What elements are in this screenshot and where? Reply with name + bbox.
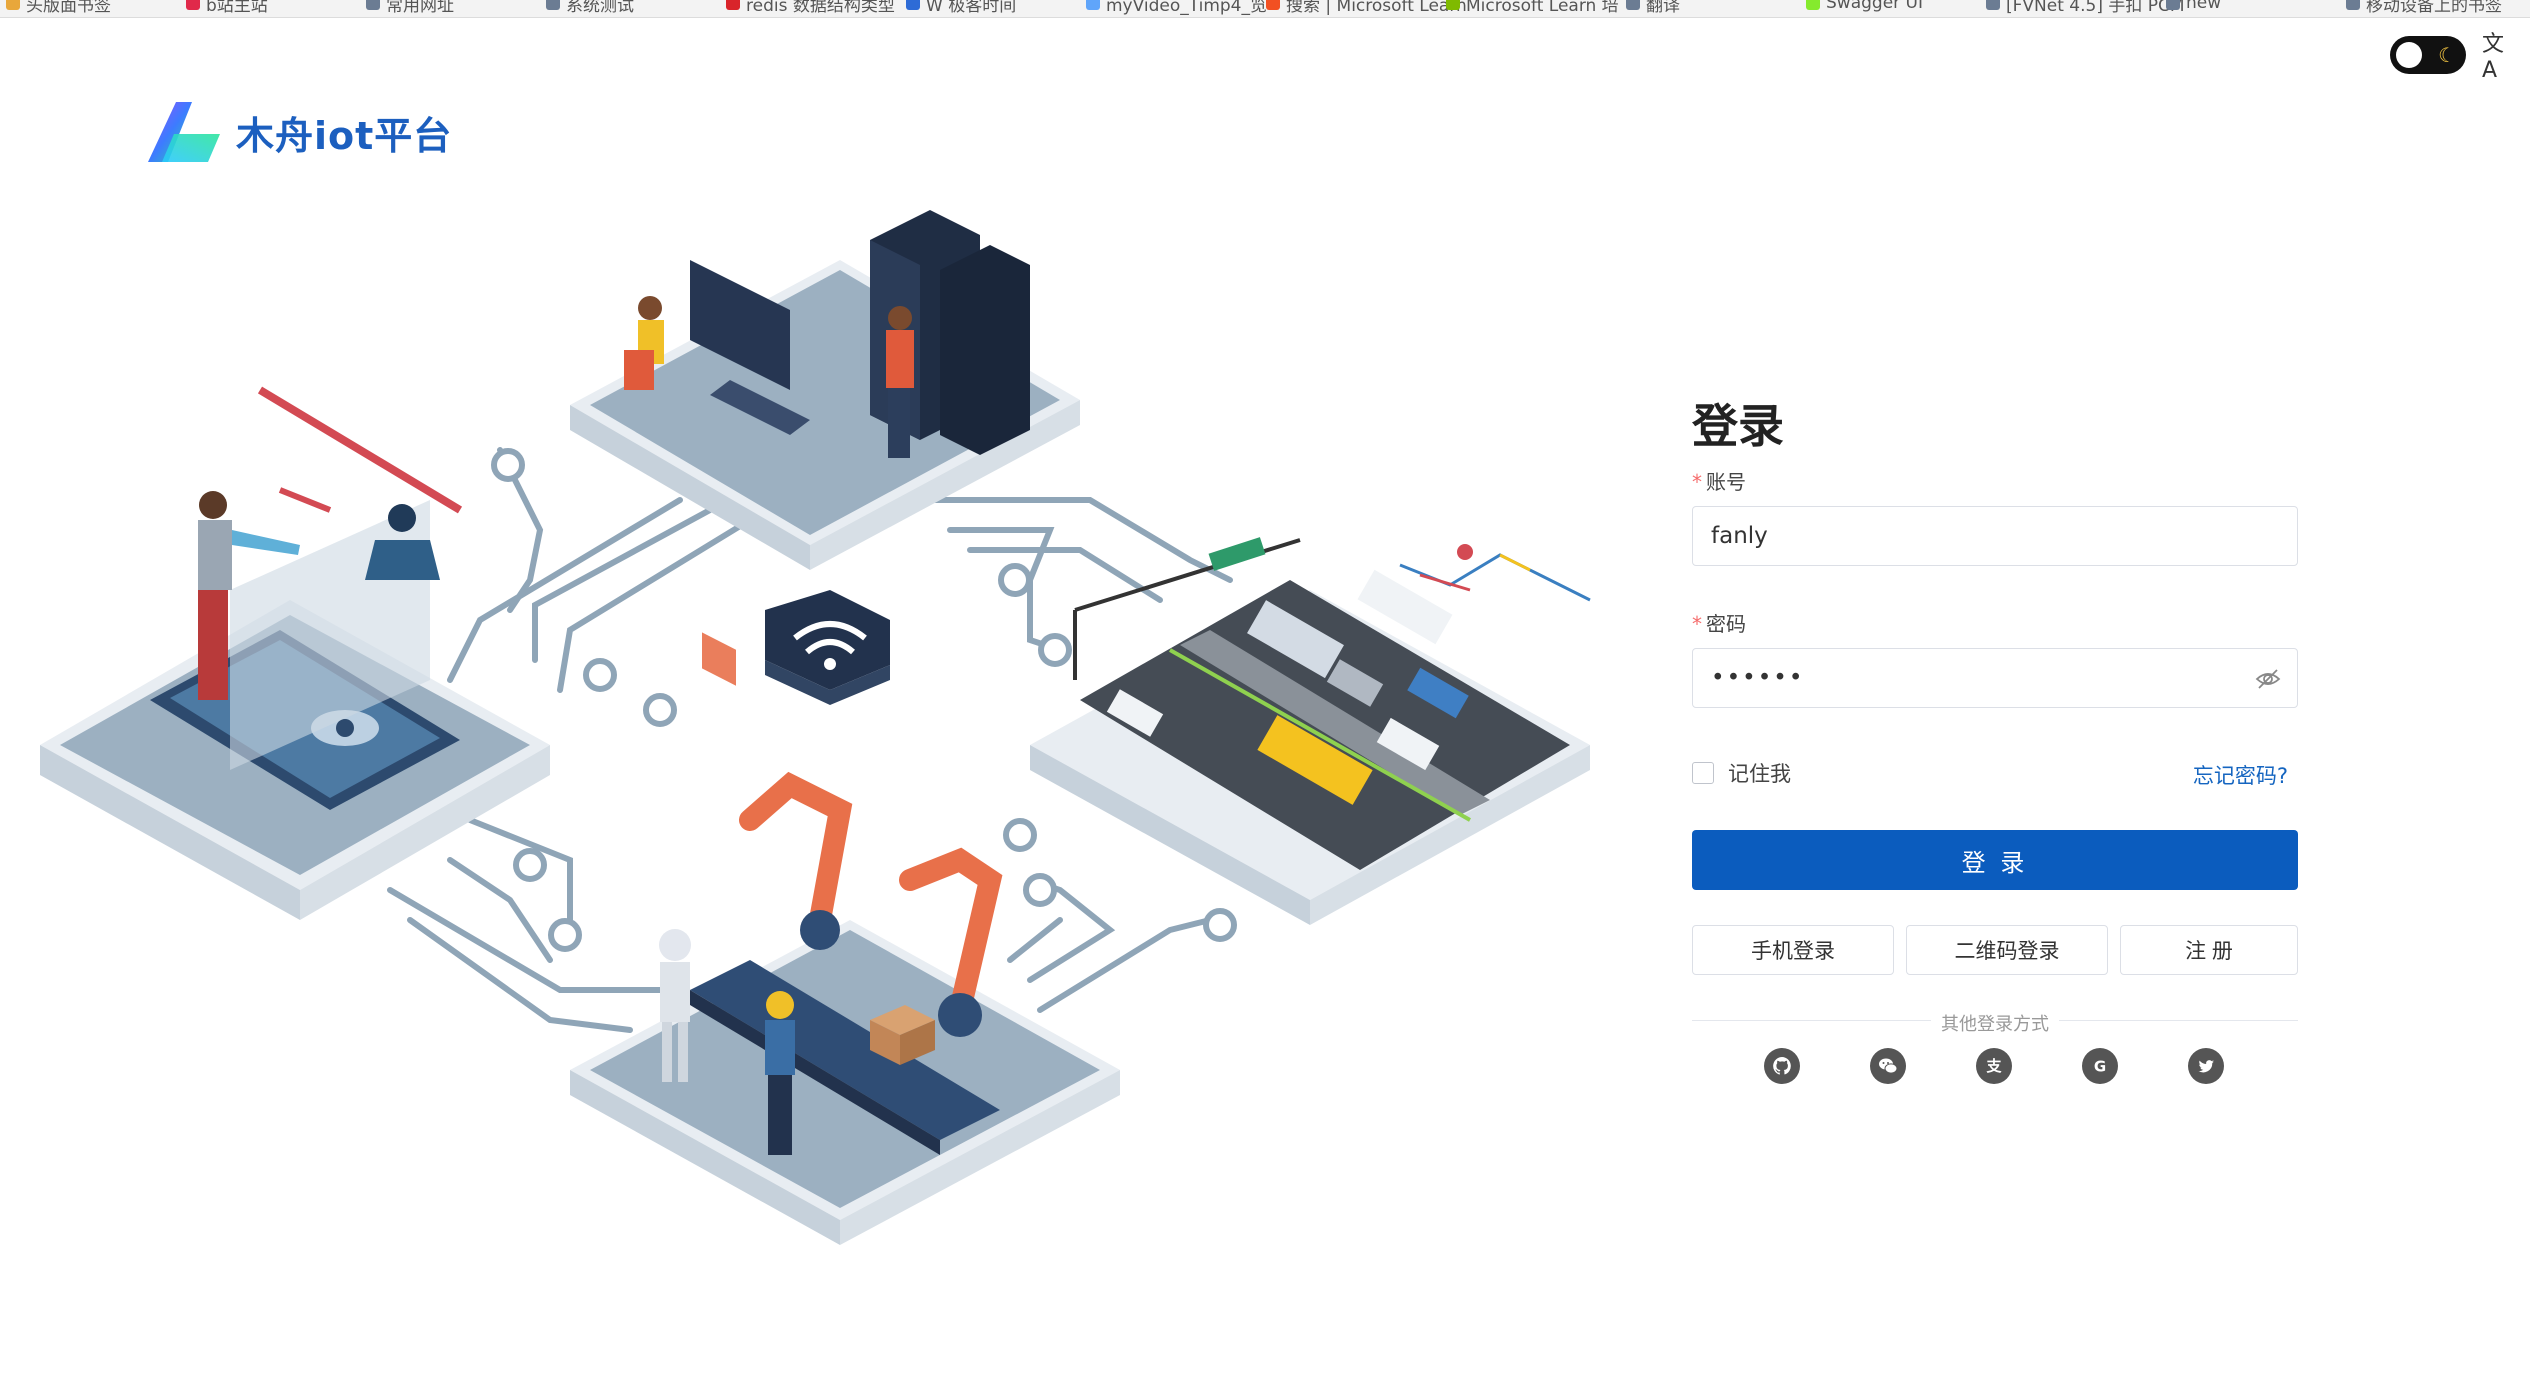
account-label: * 账号 [1692,470,1746,494]
bookmark-icon [1806,0,1820,10]
bookmark-icon [1086,0,1100,10]
iot-illustration [40,210,1591,1245]
app-logo: 木舟iot平台 [146,100,452,164]
password-field[interactable]: •••••• [1692,648,2298,708]
bookmark-item[interactable]: redis 数据结构类型 [726,0,895,16]
moon-icon: ☾ [2438,43,2456,67]
account-input[interactable] [1711,523,2279,549]
bookmark-icon [2346,0,2360,10]
password-label: * 密码 [1692,612,1746,636]
app-title: 木舟iot平台 [236,113,453,158]
bookmark-item[interactable]: 系统测试 [546,0,634,16]
bookmark-icon [1446,0,1460,10]
eye-hidden-icon[interactable] [2255,667,2281,691]
account-field[interactable] [1692,506,2298,566]
bookmark-label: [FVNet 4.5] 手扣 PCM [2006,0,2185,16]
bookmark-label: 头版面书签 [26,0,111,16]
logo-mark-icon [148,102,220,162]
login-title: 登录 [1692,399,1784,453]
forgot-password-link[interactable]: 忘记密码? [2193,760,2288,790]
bookmark-label: new [2186,0,2222,13]
bookmark-item[interactable]: 头版面书签 [6,0,111,16]
bookmark-icon [6,0,20,10]
bookmark-label: Swagger UI [1826,0,1924,13]
bookmark-item[interactable]: Microsoft Learn 培 [1446,0,1619,16]
remember-label: 记住我 [1728,762,1791,786]
bookmark-item[interactable]: 移动设备上的书签 [2346,0,2502,16]
remember-checkbox[interactable] [1692,762,1714,784]
bookmark-label: 移动设备上的书签 [2366,0,2502,16]
phone-login-button[interactable]: 手机登录 [1692,925,1894,975]
other-login-label: 其他登录方式 [1931,1014,2059,1035]
bookmark-item[interactable]: new [2166,0,2221,14]
google-icon[interactable]: G [2082,1048,2118,1084]
twitter-icon[interactable] [2188,1048,2224,1084]
bookmark-item[interactable]: myVideo_Timp4_览 [1086,0,1268,16]
wifi-hub [765,590,890,705]
bookmark-icon [906,0,920,10]
svg-text:支: 支 [1985,1057,2002,1075]
bookmark-label: W 极客时间 [926,0,1017,16]
bookmark-item[interactable]: Swagger UI [1806,0,1923,14]
factory-platform [570,771,1120,1245]
theme-toggle[interactable]: ☾ [2390,36,2466,74]
login-button[interactable]: 登 录 [1692,830,2298,890]
bookmark-icon [1626,0,1640,10]
github-icon[interactable] [1764,1048,1800,1084]
qr-login-button[interactable]: 二维码登录 [1906,925,2108,975]
bookmark-icon [1266,0,1280,10]
bookmark-icon [186,0,200,10]
bookmark-label: 常用网址 [386,0,454,16]
bookmark-icon [546,0,560,10]
bookmark-label: Microsoft Learn 培 [1466,0,1619,16]
bookmark-label: 系统测试 [566,0,634,16]
bookmark-label: redis 数据结构类型 [746,0,895,16]
other-login-divider: 其他登录方式 [1692,1010,2298,1035]
bookmark-item[interactable]: 翻译 [1626,0,1680,16]
translate-icon[interactable]: 文A [2482,32,2514,83]
bookmark-icon [2166,0,2180,10]
mobile-platform [40,386,550,920]
bookmark-item[interactable]: 常用网址 [366,0,454,16]
map-route [1399,544,1591,602]
password-input[interactable]: •••••• [1711,665,1804,691]
bookmarks-bar: 头版面书签 b站主站 常用网址 系统测试 redis 数据结构类型 W 极客时间 myVid… [0,0,2530,18]
traffic-platform [1030,537,1590,925]
toggle-knob [2396,42,2422,68]
bookmark-item[interactable]: b站主站 [186,0,268,16]
wechat-icon[interactable] [1870,1048,1906,1084]
bookmark-label: myVideo_Timp4_览 [1106,0,1268,16]
remember-me[interactable]: 记住我 [1692,758,1791,788]
bookmark-label: 搜索 | Microsoft Learn [1286,0,1467,16]
bookmark-icon [1986,0,2000,10]
bookmark-item[interactable]: [FVNet 4.5] 手扣 PCM [1986,0,2185,16]
alipay-icon[interactable]: 支 [1976,1048,2012,1084]
bookmark-item[interactable]: 搜索 | Microsoft Learn [1266,0,1467,16]
bookmark-icon [726,0,740,10]
bookmark-label: b站主站 [206,0,268,16]
bookmark-item[interactable]: W 极客时间 [906,0,1017,16]
bookmark-label: 翻译 [1646,0,1680,16]
bookmark-icon [366,0,380,10]
svg-text:G: G [2094,1058,2106,1076]
register-button[interactable]: 注 册 [2120,925,2298,975]
